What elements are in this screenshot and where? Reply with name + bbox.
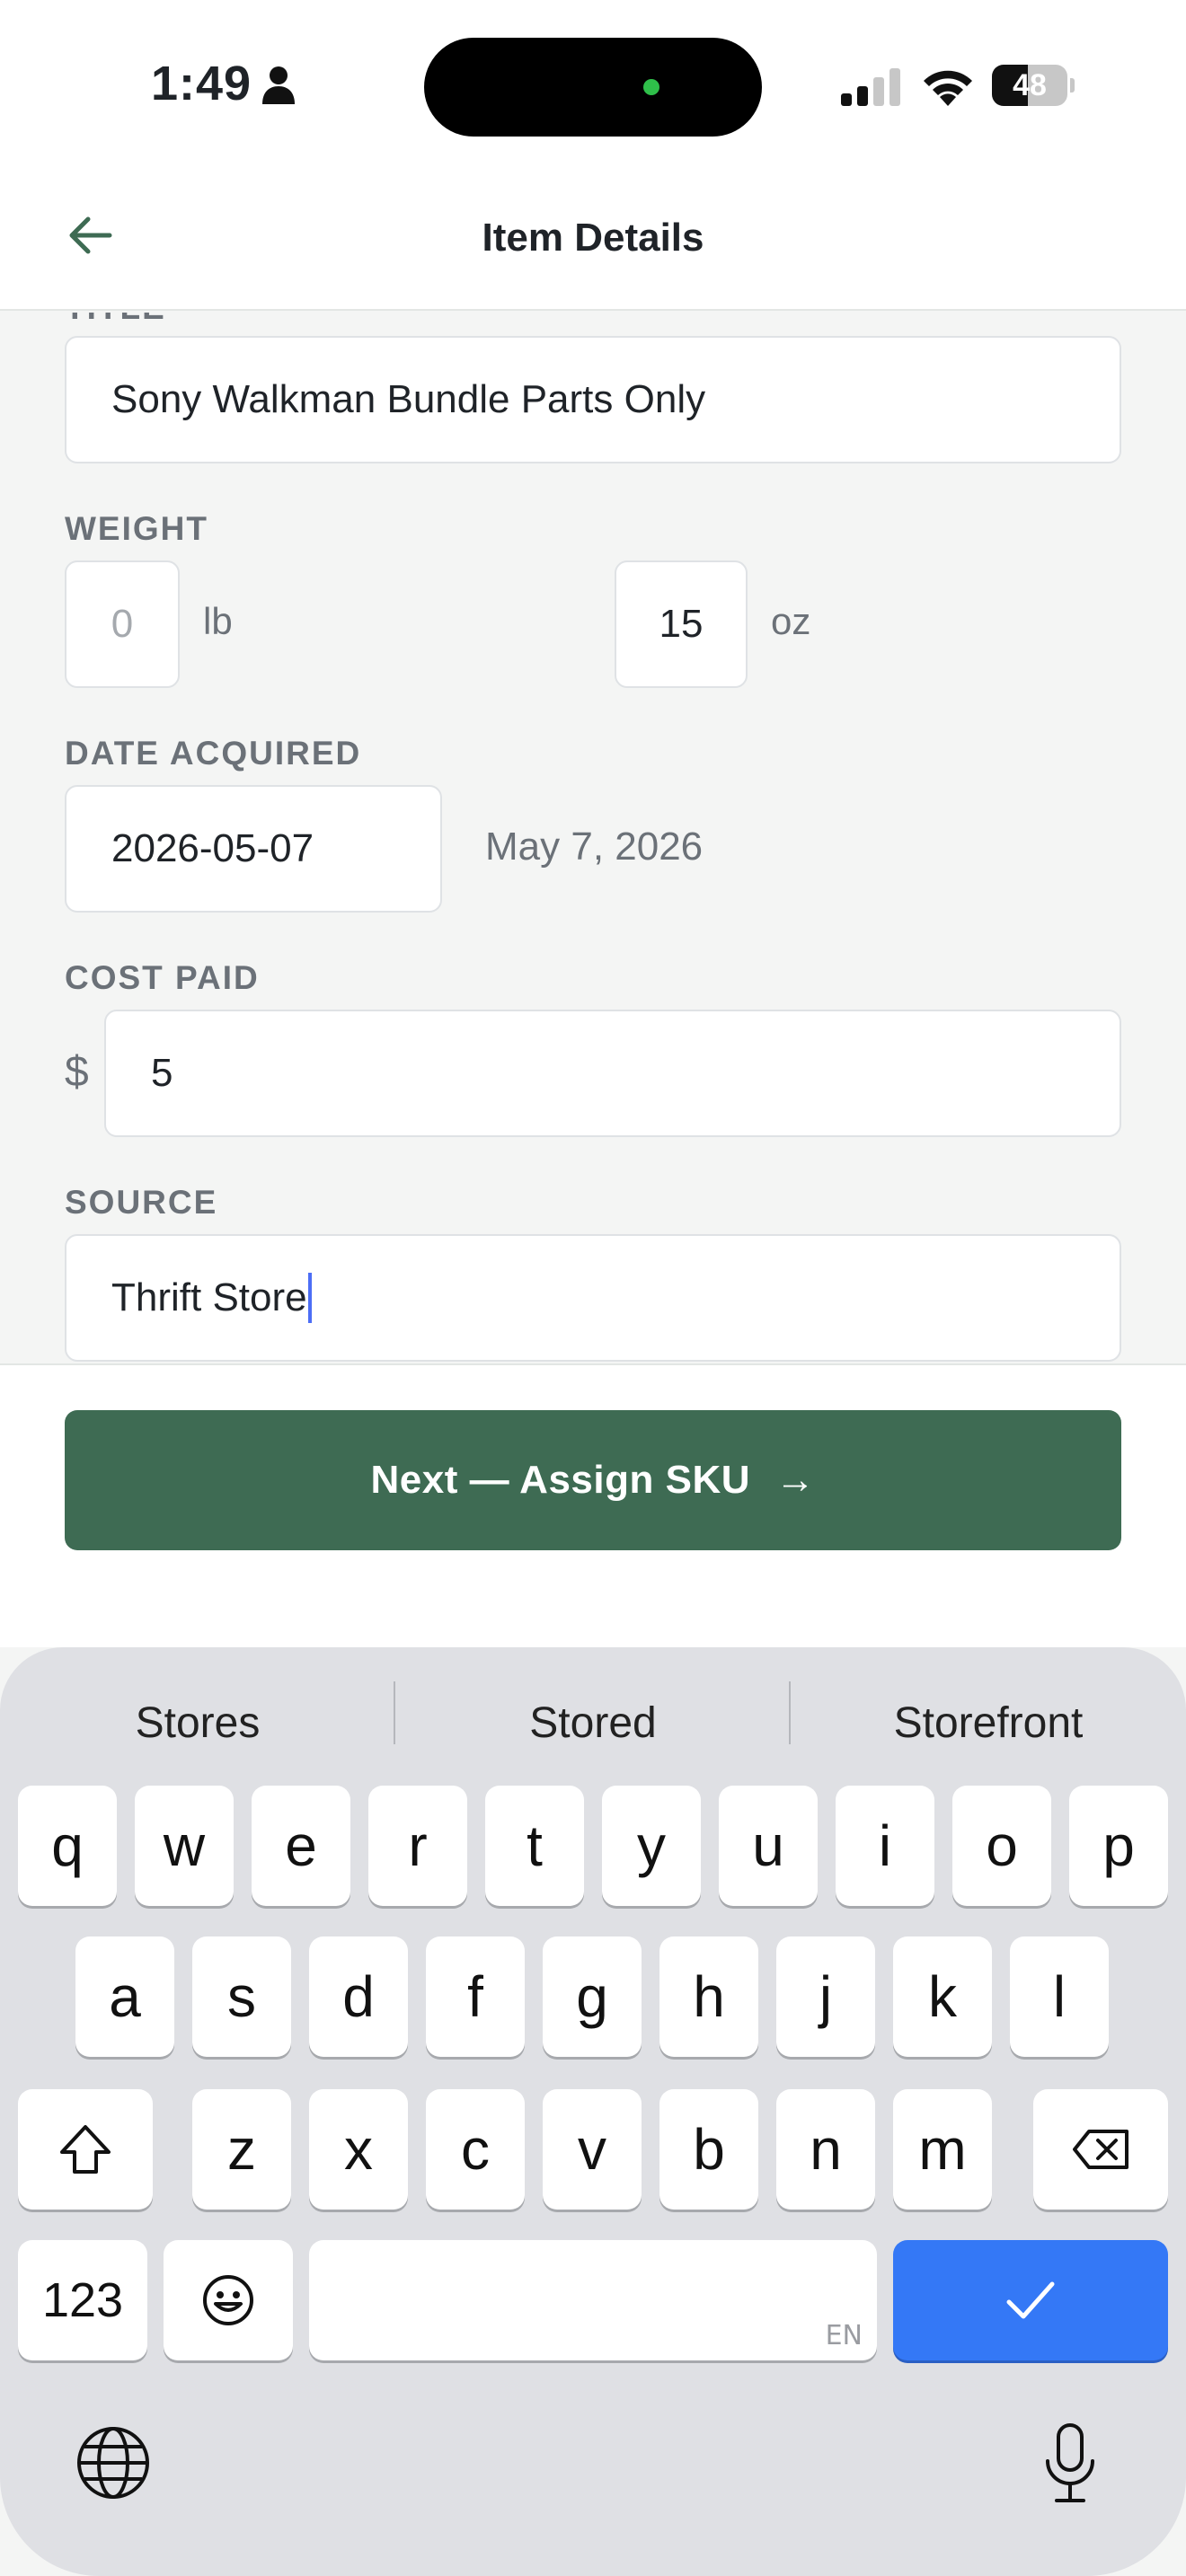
key-z[interactable]: z: [192, 2089, 291, 2210]
globe-icon[interactable]: [75, 2425, 151, 2501]
person-icon: [262, 66, 295, 104]
next-assign-sku-button[interactable]: Next — Assign SKU →: [65, 1410, 1121, 1550]
arrow-left-icon: [69, 216, 112, 254]
key-q[interactable]: q: [18, 1786, 117, 1906]
camera-indicator-dot: [643, 79, 659, 95]
key-k[interactable]: k: [893, 1936, 992, 2057]
cellular-signal-icon: [841, 68, 900, 106]
key-u[interactable]: u: [719, 1786, 818, 1906]
cost-paid-input[interactable]: 5: [104, 1010, 1121, 1137]
battery-indicator: 48: [992, 65, 1075, 106]
title-label: TITLE: [65, 313, 166, 327]
key-c[interactable]: c: [426, 2089, 525, 2210]
key-p[interactable]: p: [1069, 1786, 1168, 1906]
key-r[interactable]: r: [368, 1786, 467, 1906]
key-e[interactable]: e: [252, 1786, 350, 1906]
numbers-key[interactable]: 123: [18, 2240, 147, 2360]
key-a[interactable]: a: [75, 1936, 174, 2057]
weight-lb-unit: lb: [203, 600, 233, 642]
page-title: Item Details: [482, 216, 704, 260]
space-language-label: EN: [825, 2320, 863, 2351]
emoji-key[interactable]: [164, 2240, 293, 2360]
top-nav-bar: Item Details: [0, 171, 1186, 311]
suggestion-1[interactable]: Stores: [0, 1683, 395, 1764]
date-acquired-value: 2026-05-07: [111, 826, 314, 870]
checkmark-icon: [1006, 2281, 1055, 2319]
space-key[interactable]: EN: [309, 2240, 877, 2360]
item-details-form[interactable]: TITLE Sony Walkman Bundle Parts Only WEI…: [0, 313, 1186, 1365]
key-w[interactable]: w: [135, 1786, 234, 1906]
next-button-label: Next — Assign SKU: [370, 1458, 750, 1502]
cost-paid-label: COST PAID: [65, 959, 260, 996]
arrow-right-icon: →: [775, 1458, 816, 1502]
weight-lb-placeholder: 0: [111, 602, 134, 646]
emoji-icon: [203, 2275, 253, 2325]
suggestion-3[interactable]: Storefront: [791, 1683, 1186, 1764]
status-time: 1:49: [151, 57, 252, 110]
status-bar: 1:49 48: [0, 0, 1186, 171]
key-x[interactable]: x: [309, 2089, 408, 2210]
key-g[interactable]: g: [543, 1936, 642, 2057]
dynamic-island: [424, 38, 762, 137]
source-input[interactable]: Thrift Store: [65, 1234, 1121, 1362]
source-label: SOURCE: [65, 1184, 218, 1221]
title-input-value: Sony Walkman Bundle Parts Only: [111, 377, 706, 421]
battery-percent: 48: [1013, 68, 1047, 102]
ios-keyboard: Stores Stored Storefront 123 EN q w e r …: [0, 1647, 1186, 2576]
date-acquired-display: May 7, 2026: [485, 825, 704, 869]
title-input[interactable]: Sony Walkman Bundle Parts Only: [65, 336, 1121, 463]
bottom-action-bar: Next — Assign SKU →: [0, 1363, 1186, 1647]
date-acquired-input[interactable]: 2026-05-07: [65, 785, 442, 913]
key-y[interactable]: y: [602, 1786, 701, 1906]
key-t[interactable]: t: [485, 1786, 584, 1906]
key-l[interactable]: l: [1010, 1936, 1109, 2057]
backspace-icon: [1073, 2130, 1128, 2169]
wifi-icon: [924, 70, 972, 106]
text-caret: [307, 1273, 312, 1323]
suggestion-2[interactable]: Stored: [395, 1683, 791, 1764]
key-j[interactable]: j: [776, 1936, 875, 2057]
weight-oz-unit: oz: [771, 600, 811, 642]
weight-lb-input[interactable]: 0: [65, 560, 180, 688]
key-v[interactable]: v: [543, 2089, 642, 2210]
done-key[interactable]: [893, 2240, 1168, 2360]
key-o[interactable]: o: [952, 1786, 1051, 1906]
weight-oz-input[interactable]: 15: [615, 560, 748, 688]
delete-key[interactable]: [1033, 2089, 1168, 2210]
cost-paid-value: 5: [151, 1051, 173, 1095]
shift-icon: [60, 2125, 111, 2174]
source-value: Thrift Store: [111, 1275, 307, 1319]
back-button[interactable]: [58, 203, 122, 268]
date-acquired-label: DATE ACQUIRED: [65, 735, 362, 772]
key-b[interactable]: b: [659, 2089, 758, 2210]
key-i[interactable]: i: [836, 1786, 934, 1906]
microphone-icon[interactable]: [1042, 2422, 1098, 2504]
shift-key[interactable]: [18, 2089, 153, 2210]
key-h[interactable]: h: [659, 1936, 758, 2057]
key-f[interactable]: f: [426, 1936, 525, 2057]
key-m[interactable]: m: [893, 2089, 992, 2210]
weight-oz-value: 15: [659, 602, 704, 646]
weight-label: WEIGHT: [65, 510, 208, 547]
key-s[interactable]: s: [192, 1936, 291, 2057]
key-d[interactable]: d: [309, 1936, 408, 2057]
key-n[interactable]: n: [776, 2089, 875, 2210]
currency-symbol: $: [65, 1048, 89, 1096]
